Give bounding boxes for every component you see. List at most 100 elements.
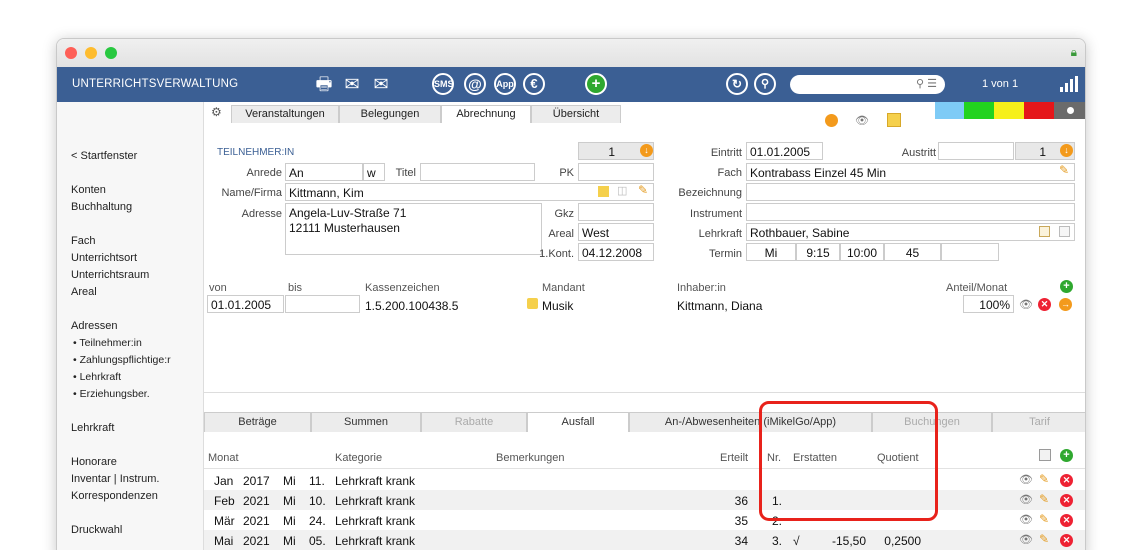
table-row[interactable]: Mai 2021 Mi 05. Lehrkraft krank 34 3. √ … — [204, 530, 1085, 550]
delete-icon[interactable]: ✕ — [1060, 494, 1073, 507]
eye-icon[interactable]: 👁︎ — [1019, 473, 1033, 486]
refresh-icon[interactable]: ↻ — [726, 73, 748, 95]
euro-icon[interactable]: € — [523, 73, 545, 95]
table-row[interactable]: Mär 2021 Mi 24. Lehrkraft krank 35 2. 👁︎… — [204, 510, 1085, 530]
camera-icon[interactable]: ◫ — [617, 184, 627, 197]
sidebar-item-zahlungspflichtige[interactable]: • Zahlungspflichtige:r — [73, 354, 171, 366]
gear-icon[interactable]: ⚙ — [211, 105, 222, 119]
list-icon[interactable] — [1039, 226, 1050, 237]
table-row[interactable]: Jan 2017 Mi 11. Lehrkraft krank 👁︎ ✎ ✕ — [204, 470, 1085, 490]
adresse-field[interactable]: Angela-Luv-Straße 71 12111 Musterhausen — [285, 203, 542, 255]
at-icon[interactable]: @ — [464, 73, 486, 95]
bezeichnung-field[interactable] — [746, 183, 1075, 201]
sidebar-item-lehrkraft-sub[interactable]: • Lehrkraft — [73, 371, 121, 383]
instrument-field[interactable] — [746, 203, 1075, 221]
tab-veranstaltungen[interactable]: Veranstaltungen — [231, 105, 339, 123]
search-input[interactable]: ⚲ ☰ — [790, 75, 945, 94]
delete-icon[interactable]: ✕ — [1060, 534, 1073, 547]
calendar-icon[interactable] — [1059, 226, 1070, 237]
subtab-summen[interactable]: Summen — [311, 412, 421, 432]
w-field[interactable]: w — [363, 163, 385, 181]
sidebar-item-teilnehmer[interactable]: • Teilnehmer:in — [73, 337, 142, 349]
color-swatch-blue[interactable] — [935, 102, 964, 119]
zoom-window-button[interactable] — [105, 47, 117, 59]
tab-uebersicht[interactable]: Übersicht — [531, 105, 621, 123]
tab-abrechnung[interactable]: Abrechnung — [441, 105, 531, 123]
pencil-icon-fach[interactable]: ✎ — [1059, 163, 1069, 177]
termin-from-field[interactable]: 9:15 — [796, 243, 840, 261]
sidebar-item-druckwahl[interactable]: Druckwahl — [71, 524, 122, 536]
printer-icon[interactable]: 🖶︎ — [313, 72, 335, 96]
app-icon[interactable]: App — [494, 73, 516, 95]
dropdown-arrow-icon[interactable]: ↓ — [640, 144, 653, 157]
fach-field[interactable]: Kontrabass Einzel 45 Min — [746, 163, 1075, 181]
subtab-betraege[interactable]: Beträge — [204, 412, 311, 432]
sidebar-item-konten[interactable]: Konten — [71, 184, 106, 196]
sidebar-item-fach[interactable]: Fach — [71, 235, 95, 247]
pencil-icon[interactable]: ✎ — [638, 183, 648, 197]
note-icon-small[interactable] — [598, 186, 609, 197]
sidebar-item-unterrichtsraum[interactable]: Unterrichtsraum — [71, 269, 149, 281]
pie-chart-icon[interactable] — [825, 114, 838, 127]
eye-icon[interactable]: 👁︎ — [855, 114, 869, 127]
pencil-icon[interactable]: ✎ — [1039, 512, 1049, 526]
color-swatch-yellow[interactable] — [994, 102, 1024, 119]
kont-field[interactable]: 04.12.2008 — [578, 243, 654, 261]
mailbox-icon[interactable]: ✉︎ — [370, 72, 392, 96]
anrede-field[interactable]: An — [285, 163, 363, 181]
eye-icon[interactable]: 👁︎ — [1019, 533, 1033, 546]
pencil-icon[interactable]: ✎ — [1039, 492, 1049, 506]
color-swatch-green[interactable] — [964, 102, 994, 119]
sidebar-item-unterrichtsort[interactable]: Unterrichtsort — [71, 252, 137, 264]
tab-belegungen[interactable]: Belegungen — [339, 105, 441, 123]
subtab-tarif[interactable]: Tarif — [992, 412, 1085, 432]
sidebar-item-adressen[interactable]: Adressen — [71, 320, 117, 332]
anteil-field[interactable]: 100% — [963, 295, 1014, 313]
termin-min-field[interactable]: 45 — [884, 243, 941, 261]
termin-extra-field[interactable] — [941, 243, 999, 261]
eye-icon[interactable]: 👁︎ — [1019, 513, 1033, 526]
delete-payment-icon[interactable]: ✕ — [1038, 298, 1051, 311]
titel-field[interactable] — [420, 163, 535, 181]
add-ausfall-icon[interactable]: + — [1060, 449, 1073, 462]
close-window-button[interactable] — [65, 47, 77, 59]
subtab-rabatte[interactable]: Rabatte — [421, 412, 527, 432]
delete-icon[interactable]: ✕ — [1060, 474, 1073, 487]
sidebar-item-startfenster[interactable]: < Startfenster — [71, 150, 137, 162]
add-payment-icon[interactable]: + — [1060, 280, 1073, 293]
sidebar-item-korrespondenzen[interactable]: Korrespondenzen — [71, 490, 158, 502]
areal-field[interactable]: West — [578, 223, 654, 241]
gkz-field[interactable] — [578, 203, 654, 221]
delete-icon[interactable]: ✕ — [1060, 514, 1073, 527]
austritt-field[interactable] — [938, 142, 1014, 160]
add-icon[interactable]: + — [585, 73, 607, 95]
pencil-icon[interactable]: ✎ — [1039, 532, 1049, 546]
sidebar-item-areal[interactable]: Areal — [71, 286, 97, 298]
search-circle-icon[interactable]: ⚲ — [754, 73, 776, 95]
sms-icon[interactable]: SMS — [432, 73, 454, 95]
minimize-window-button[interactable] — [85, 47, 97, 59]
color-swatch-red[interactable] — [1024, 102, 1054, 119]
mail-icon[interactable]: ✉︎ — [341, 72, 363, 96]
sidebar-item-honorare[interactable]: Honorare — [71, 456, 117, 468]
termin-to-field[interactable]: 10:00 — [840, 243, 884, 261]
sidebar-item-buchhaltung[interactable]: Buchhaltung — [71, 201, 132, 213]
arrow-right-icon[interactable]: → — [1059, 298, 1072, 311]
subtab-ausfall[interactable]: Ausfall — [527, 412, 629, 432]
pk-field[interactable] — [578, 163, 654, 181]
bis-field[interactable] — [285, 295, 360, 313]
eye-icon-payment[interactable]: 👁︎ — [1019, 298, 1033, 311]
mandant-icon[interactable] — [527, 298, 538, 309]
table-row[interactable]: Feb 2021 Mi 10. Lehrkraft krank 36 1. 👁︎… — [204, 490, 1085, 510]
termin-day-field[interactable]: Mi — [746, 243, 796, 261]
von-field[interactable]: 01.01.2005 — [207, 295, 284, 313]
eye-icon[interactable]: 👁︎ — [1019, 493, 1033, 506]
lehrkraft-field[interactable]: Rothbauer, Sabine — [746, 223, 1075, 241]
pencil-icon[interactable]: ✎ — [1039, 472, 1049, 486]
note-icon[interactable] — [887, 113, 901, 127]
sidebar-item-lehrkraft[interactable]: Lehrkraft — [71, 422, 114, 434]
eintritt-field[interactable]: 01.01.2005 — [746, 142, 823, 160]
sidebar-item-inventar[interactable]: Inventar | Instrum. — [71, 473, 159, 485]
sidebar-item-erziehungsber[interactable]: • Erziehungsber. — [73, 388, 150, 400]
list-view-icon[interactable] — [1039, 449, 1051, 461]
